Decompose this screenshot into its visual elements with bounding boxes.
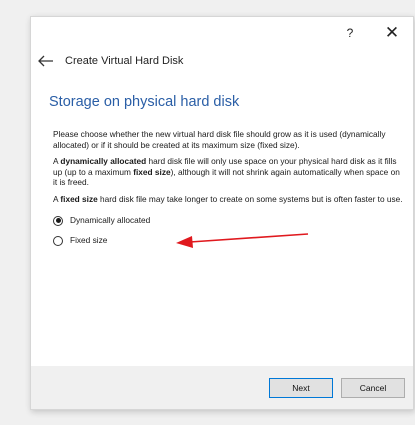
radio-label[interactable]: Fixed size [70, 235, 107, 246]
bold-text: dynamically allocated [60, 156, 147, 167]
close-icon[interactable]: ✕ [383, 24, 401, 43]
radio-selected-dot [55, 218, 61, 224]
help-icon[interactable]: ? [341, 25, 359, 43]
radio-fixed-size[interactable]: Fixed size [53, 233, 405, 249]
radio-label[interactable]: Dynamically allocated [70, 215, 150, 226]
radio-dynamically-allocated[interactable]: Dynamically allocated [53, 213, 405, 229]
bold-text: fixed size [133, 166, 171, 177]
radio-button[interactable] [53, 215, 63, 226]
description-paragraph-2: A dynamically allocated hard disk file w… [53, 156, 405, 188]
wizard-subtitle: Create Virtual Hard Disk [65, 55, 184, 67]
dialog-window: ? ✕ Create Virtual Hard Disk Storage on … [30, 16, 414, 410]
wizard-header: Create Virtual Hard Disk [37, 54, 183, 68]
page-content: Please choose whether the new virtual ha… [53, 129, 405, 253]
description-paragraph-3: A fixed size hard disk file may take lon… [53, 194, 405, 205]
bold-text: fixed size [60, 193, 98, 204]
page-title: Storage on physical hard disk [49, 94, 240, 110]
button-bar: Next Cancel [31, 366, 413, 409]
cancel-button[interactable]: Cancel [341, 378, 405, 398]
radio-button[interactable] [53, 235, 63, 246]
next-button[interactable]: Next [269, 378, 333, 398]
description-paragraph-1: Please choose whether the new virtual ha… [53, 129, 386, 150]
text-span: hard disk file may take longer to create… [97, 193, 403, 204]
left-arrow-icon[interactable] [37, 54, 55, 68]
